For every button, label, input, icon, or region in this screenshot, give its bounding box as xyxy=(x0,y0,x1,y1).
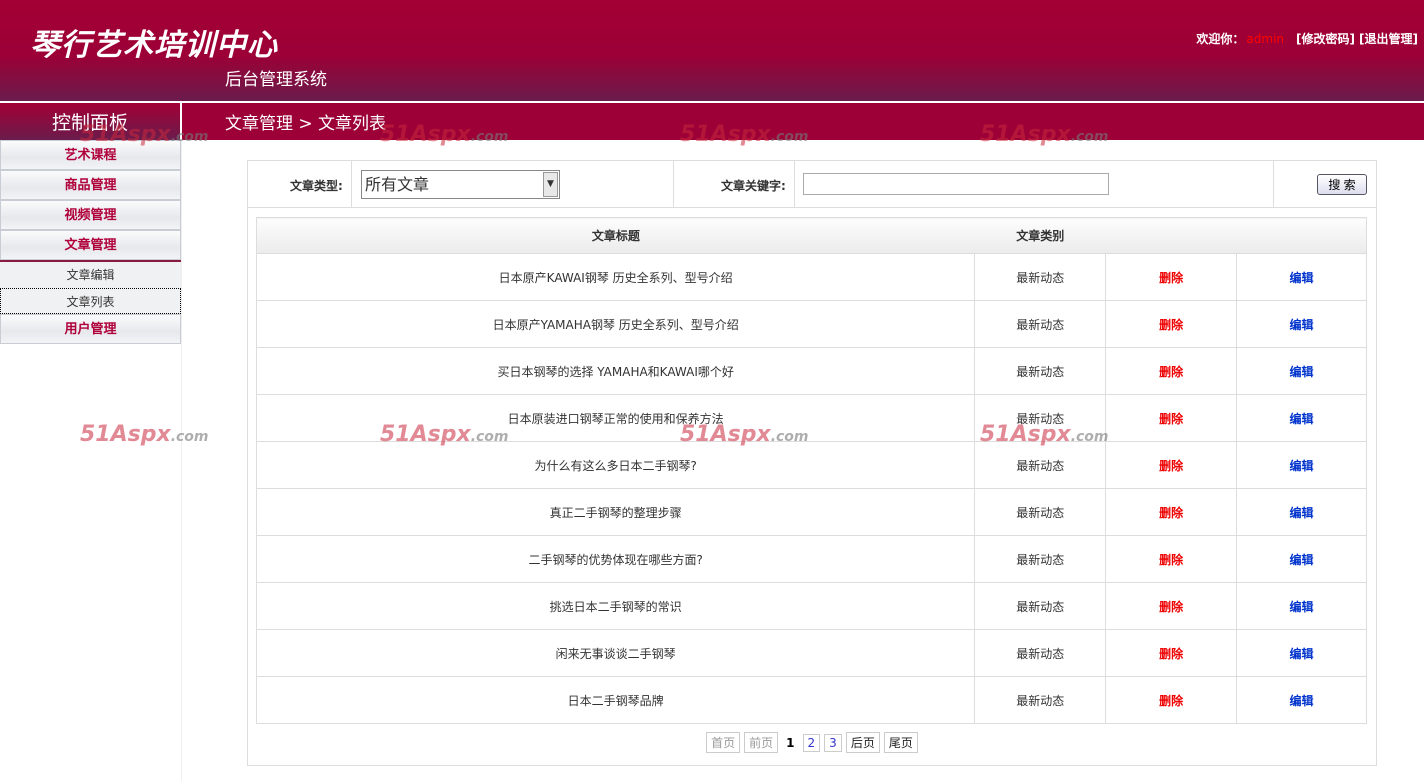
sidebar: 艺术课程 商品管理 视频管理 文章管理 文章编辑 文章列表 用户管理 xyxy=(0,140,182,781)
page-3[interactable]: 3 xyxy=(824,734,842,752)
divider xyxy=(1273,161,1274,208)
delete-link[interactable]: 删除 xyxy=(1105,629,1238,677)
prev-page-button[interactable]: 前页 xyxy=(744,732,779,753)
article-title: 日本原产YAMAHA钢琴 历史全系列、型号介绍 xyxy=(255,300,976,348)
user-bar: 欢迎你： admin [修改密码] [退出管理] xyxy=(1196,30,1418,47)
main-panel: 文章类型: 所有文章 ▼ 文章关键字: 搜 索 文章标题 文章类别 日本原产KAW… xyxy=(247,160,1377,766)
table-row: 日本二手钢琴品牌 最新动态 删除 编辑 xyxy=(255,676,1367,724)
table-row: 真正二手钢琴的整理步骤 最新动态 删除 编辑 xyxy=(255,488,1367,536)
table-row: 二手钢琴的优势体现在哪些方面? 最新动态 删除 编辑 xyxy=(255,535,1367,583)
keyword-input[interactable] xyxy=(803,173,1109,195)
table-row: 买日本钢琴的选择 YAMAHA和KAWAI哪个好 最新动态 删除 编辑 xyxy=(255,347,1367,395)
next-page-button[interactable]: 后页 xyxy=(845,732,880,753)
sidebar-item-users[interactable]: 用户管理 xyxy=(0,314,181,344)
article-type-select[interactable]: 所有文章 ▼ xyxy=(361,170,560,199)
keyword-label: 文章关键字: xyxy=(721,179,786,193)
delete-link[interactable]: 删除 xyxy=(1105,253,1238,301)
page-2[interactable]: 2 xyxy=(802,734,821,752)
type-label: 文章类型: xyxy=(290,179,343,193)
breadcrumb: 文章管理 > 文章列表 xyxy=(225,114,387,134)
divider xyxy=(794,161,795,208)
edit-link[interactable]: 编辑 xyxy=(1236,535,1367,583)
table-row: 日本原产KAWAI钢琴 历史全系列、型号介绍 最新动态 删除 编辑 xyxy=(255,253,1367,301)
article-category: 最新动态 xyxy=(974,253,1107,301)
table-row: 挑选日本二手钢琴的常识 最新动态 删除 编辑 xyxy=(255,582,1367,630)
edit-link[interactable]: 编辑 xyxy=(1236,394,1367,442)
article-category: 最新动态 xyxy=(974,300,1107,348)
article-title: 日本原产KAWAI钢琴 历史全系列、型号介绍 xyxy=(255,253,976,301)
delete-link[interactable]: 删除 xyxy=(1105,441,1238,489)
article-category: 最新动态 xyxy=(974,535,1107,583)
article-title: 挑选日本二手钢琴的常识 xyxy=(255,582,976,630)
pagination: 首页 前页 1 2 3 后页 尾页 xyxy=(248,732,1376,753)
table-row: 闲来无事谈谈二手钢琴 最新动态 删除 编辑 xyxy=(255,629,1367,677)
column-header-blank xyxy=(1236,217,1367,254)
table-row: 日本原产YAMAHA钢琴 历史全系列、型号介绍 最新动态 删除 编辑 xyxy=(255,300,1367,348)
article-category: 最新动态 xyxy=(974,629,1107,677)
article-title: 闲来无事谈谈二手钢琴 xyxy=(255,629,976,677)
sidebar-item-videos[interactable]: 视频管理 xyxy=(0,200,181,230)
type-value: 所有文章 xyxy=(365,175,430,194)
article-category: 最新动态 xyxy=(974,582,1107,630)
edit-link[interactable]: 编辑 xyxy=(1236,629,1367,677)
column-header-title: 文章标题 xyxy=(255,217,975,254)
edit-link[interactable]: 编辑 xyxy=(1236,582,1367,630)
username: admin xyxy=(1246,32,1285,46)
logout-link[interactable]: [退出管理] xyxy=(1359,32,1418,46)
first-page-button[interactable]: 首页 xyxy=(706,732,741,753)
delete-link[interactable]: 删除 xyxy=(1105,488,1238,536)
edit-link[interactable]: 编辑 xyxy=(1236,676,1367,724)
subtitle: 后台管理系统 xyxy=(225,70,327,90)
edit-link[interactable]: 编辑 xyxy=(1236,253,1367,301)
column-header-blank xyxy=(1105,217,1237,254)
article-category: 最新动态 xyxy=(974,488,1107,536)
sidebar-subitem-article-edit[interactable]: 文章编辑 xyxy=(0,262,181,288)
article-category: 最新动态 xyxy=(974,676,1107,724)
delete-link[interactable]: 删除 xyxy=(1105,394,1238,442)
delete-link[interactable]: 删除 xyxy=(1105,300,1238,348)
article-title: 日本二手钢琴品牌 xyxy=(255,676,976,724)
article-title: 为什么有这么多日本二手钢琴? xyxy=(255,441,976,489)
sidebar-item-articles[interactable]: 文章管理 xyxy=(0,230,181,260)
edit-link[interactable]: 编辑 xyxy=(1236,300,1367,348)
divider xyxy=(673,161,674,208)
panel-title: 控制面板 xyxy=(0,103,182,140)
table-row: 为什么有这么多日本二手钢琴? 最新动态 删除 编辑 xyxy=(255,441,1367,489)
divider xyxy=(351,161,352,208)
sidebar-item-art-courses[interactable]: 艺术课程 xyxy=(0,140,181,170)
navbar: 控制面板 文章管理 > 文章列表 xyxy=(0,103,1424,140)
delete-link[interactable]: 删除 xyxy=(1105,535,1238,583)
delete-link[interactable]: 删除 xyxy=(1105,582,1238,630)
edit-link[interactable]: 编辑 xyxy=(1236,441,1367,489)
last-page-button[interactable]: 尾页 xyxy=(883,732,918,753)
edit-link[interactable]: 编辑 xyxy=(1236,347,1367,395)
change-password-link[interactable]: [修改密码] xyxy=(1296,32,1355,46)
logo: 琴行艺术培训中心 xyxy=(30,28,278,63)
article-title: 买日本钢琴的选择 YAMAHA和KAWAI哪个好 xyxy=(255,347,976,395)
sidebar-item-products[interactable]: 商品管理 xyxy=(0,170,181,200)
article-category: 最新动态 xyxy=(974,394,1107,442)
article-title: 日本原装进口钢琴正常的使用和保养方法 xyxy=(255,394,976,442)
article-title: 真正二手钢琴的整理步骤 xyxy=(255,488,976,536)
column-header-category: 文章类别 xyxy=(974,217,1106,254)
welcome-label: 欢迎你： xyxy=(1196,32,1245,46)
sidebar-subitem-article-list[interactable]: 文章列表 xyxy=(0,288,181,314)
search-button[interactable]: 搜 索 xyxy=(1317,174,1367,195)
article-title: 二手钢琴的优势体现在哪些方面? xyxy=(255,535,976,583)
page-1: 1 xyxy=(786,736,795,750)
edit-link[interactable]: 编辑 xyxy=(1236,488,1367,536)
chevron-down-icon: ▼ xyxy=(543,172,558,197)
delete-link[interactable]: 删除 xyxy=(1105,347,1238,395)
table-row: 日本原装进口钢琴正常的使用和保养方法 最新动态 删除 编辑 xyxy=(255,394,1367,442)
delete-link[interactable]: 删除 xyxy=(1105,676,1238,724)
article-table: 文章标题 文章类别 日本原产KAWAI钢琴 历史全系列、型号介绍 最新动态 删除 编辑… xyxy=(255,217,1367,724)
header: 琴行艺术培训中心 后台管理系统 欢迎你： admin [修改密码] [退出管理] xyxy=(0,0,1424,101)
article-category: 最新动态 xyxy=(974,347,1107,395)
article-category: 最新动态 xyxy=(974,441,1107,489)
search-form: 文章类型: 所有文章 ▼ 文章关键字: 搜 索 xyxy=(248,161,1376,208)
